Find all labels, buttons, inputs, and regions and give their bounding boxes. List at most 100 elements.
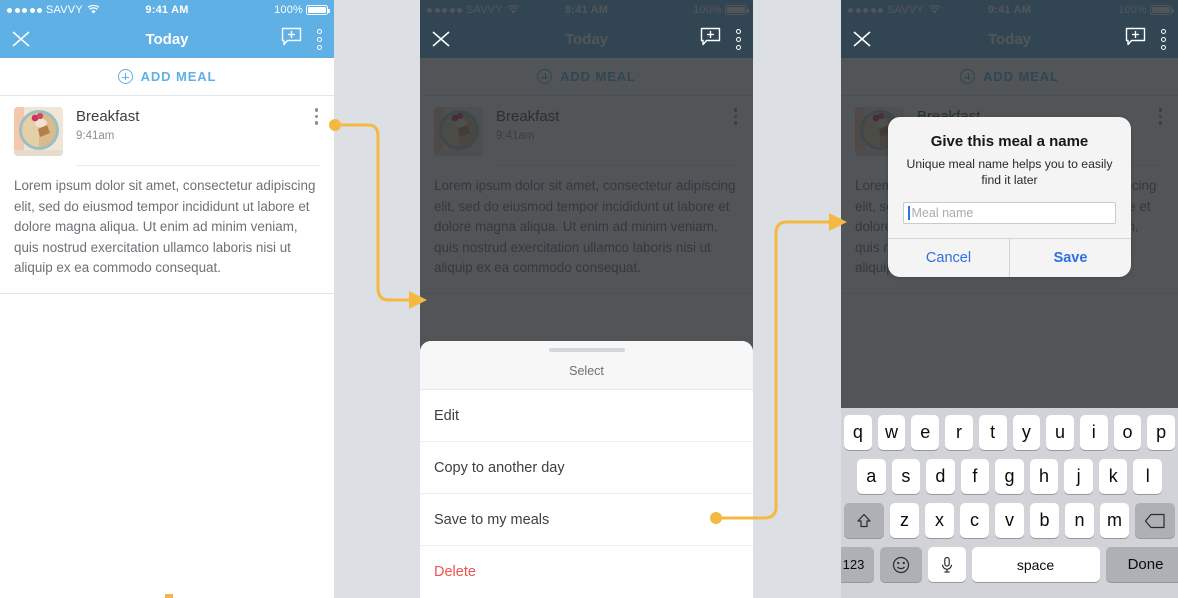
close-x-icon[interactable] [430,28,452,50]
microphone-icon[interactable] [927,547,966,582]
close-x-icon[interactable] [851,28,873,50]
key-l[interactable]: l [1133,459,1163,494]
plus-circle-icon [537,69,553,84]
key-x[interactable]: x [925,503,954,538]
screen-meal-list: SAVVY 9:41 AM 100% Today ADD MEAL Breakf… [0,0,334,598]
meal-overflow-kebab-icon[interactable] [1158,108,1162,125]
numbers-key[interactable]: 123 [841,547,874,582]
smiley-face-icon[interactable] [879,547,922,582]
key-w[interactable]: w [877,415,906,450]
status-bar-right: 100% [1118,4,1178,16]
meal-card[interactable]: Breakfast 9:41am Lorem ipsum dolor sit a… [420,96,753,294]
add-meal-button[interactable]: ADD MEAL [420,58,753,96]
action-sheet-item-label: Delete [434,564,476,580]
kebab-menu-icon[interactable] [315,27,324,52]
comment-add-icon[interactable] [281,27,302,52]
meal-card[interactable]: Breakfast 9:41am Lorem ipsum dolor sit a… [0,96,334,294]
panel-gap-1 [334,0,420,598]
screenshot-stage: SAVVY 9:41 AM 100% Today ADD MEAL Breakf… [0,0,1178,598]
keyboard-row-2: a s d f g h j k l [841,459,1178,494]
onscreen-keyboard: q w e r t y u i o p a s d f g h j k l z … [841,408,1178,598]
kebab-menu-icon[interactable] [734,27,743,52]
meal-time: 9:41am [496,130,535,142]
space-key[interactable]: space [971,547,1100,582]
name-meal-dialog: Give this meal a name Unique meal name h… [888,117,1131,277]
action-sheet-item-label: Copy to another day [434,459,565,476]
status-bar: SAVVY 9:41 AM 100% [841,0,1178,20]
key-y[interactable]: y [1012,415,1041,450]
comment-add-icon[interactable] [700,27,721,52]
meal-description: Lorem ipsum dolor sit amet, consectetur … [434,178,736,275]
oatmeal-bowl-photo [434,107,483,156]
key-o[interactable]: o [1113,415,1142,450]
key-e[interactable]: e [911,415,940,450]
key-g[interactable]: g [995,459,1024,494]
key-j[interactable]: j [1064,459,1093,494]
key-b[interactable]: b [1030,503,1059,538]
nav-bar: Today [0,20,334,58]
key-f[interactable]: f [960,459,990,494]
key-u[interactable]: u [1046,415,1074,450]
add-meal-button[interactable]: ADD MEAL [0,58,334,96]
key-p[interactable]: p [1147,415,1176,450]
key-c[interactable]: c [960,503,989,538]
key-i[interactable]: i [1079,415,1108,450]
add-meal-label: ADD MEAL [983,69,1059,84]
action-sheet-item-copy-to-another-day[interactable]: Copy to another day [420,442,753,494]
battery-percent-label: 100% [693,4,722,16]
meal-title: Breakfast [496,108,560,125]
action-sheet-item-label: Edit [434,407,459,424]
meal-description: Lorem ipsum dolor sit amet, consectetur … [14,178,316,275]
action-sheet-item-save-to-my-meals[interactable]: Save to my meals [420,494,753,546]
panel-gap-2 [753,0,841,598]
key-z[interactable]: z [890,503,919,538]
key-r[interactable]: r [945,415,973,450]
cancel-button[interactable]: Cancel [888,239,1009,277]
key-h[interactable]: h [1029,459,1059,494]
action-sheet: Select Edit Copy to another day Save to … [420,341,753,598]
dialog-title: Give this meal a name [930,133,1089,150]
kebab-menu-icon[interactable] [1159,27,1168,52]
key-v[interactable]: v [995,503,1024,538]
battery-percent-label: 100% [1118,4,1147,16]
close-x-icon[interactable] [10,28,32,50]
drag-handle-icon[interactable] [548,348,625,352]
action-sheet-title: Select [569,364,604,378]
shift-up-arrow-icon[interactable] [844,503,884,538]
add-meal-button[interactable]: ADD MEAL [841,58,1178,96]
plus-circle-icon [960,69,976,84]
backspace-icon[interactable] [1135,503,1175,538]
meal-name-placeholder: Meal name [911,206,974,220]
screen-action-sheet: SAVVY 9:41 AM 100% Today ADD MEAL Breakf… [420,0,753,598]
key-t[interactable]: t [978,415,1007,450]
meal-overflow-kebab-icon[interactable] [314,108,318,125]
key-a[interactable]: a [856,459,886,494]
key-k[interactable]: k [1098,459,1128,494]
action-sheet-item-label: Save to my meals [434,511,550,528]
meal-overflow-kebab-icon[interactable] [733,108,737,125]
key-d[interactable]: d [926,459,955,494]
dialog-actions: Cancel Save [888,238,1131,277]
text-caret-icon [908,206,910,220]
save-button[interactable]: Save [1009,239,1131,277]
done-key[interactable]: Done [1105,547,1178,582]
battery-full-icon [725,5,749,15]
plus-circle-icon [117,69,133,84]
action-sheet-item-delete[interactable]: Delete [420,546,753,598]
key-s[interactable]: s [891,459,921,494]
battery-percent-label: 100% [274,4,303,16]
meal-title: Breakfast [76,108,140,125]
screen-name-meal-dialog: SAVVY 9:41 AM 100% Today ADD MEAL Lorem … [841,0,1178,598]
keyboard-row-3: z x c v b n m [841,503,1178,538]
key-n[interactable]: n [1065,503,1094,538]
nav-bar: Today [841,20,1178,58]
action-sheet-header: Select [420,341,753,390]
comment-add-icon[interactable] [1125,27,1146,52]
meal-time: 9:41am [76,130,115,142]
action-sheet-item-edit[interactable]: Edit [420,390,753,442]
meal-name-input[interactable]: Meal name [903,202,1116,224]
keyboard-row-4: 123 space Done [841,547,1178,582]
key-q[interactable]: q [843,415,872,450]
nav-bar-actions [281,27,324,52]
key-m[interactable]: m [1100,503,1129,538]
